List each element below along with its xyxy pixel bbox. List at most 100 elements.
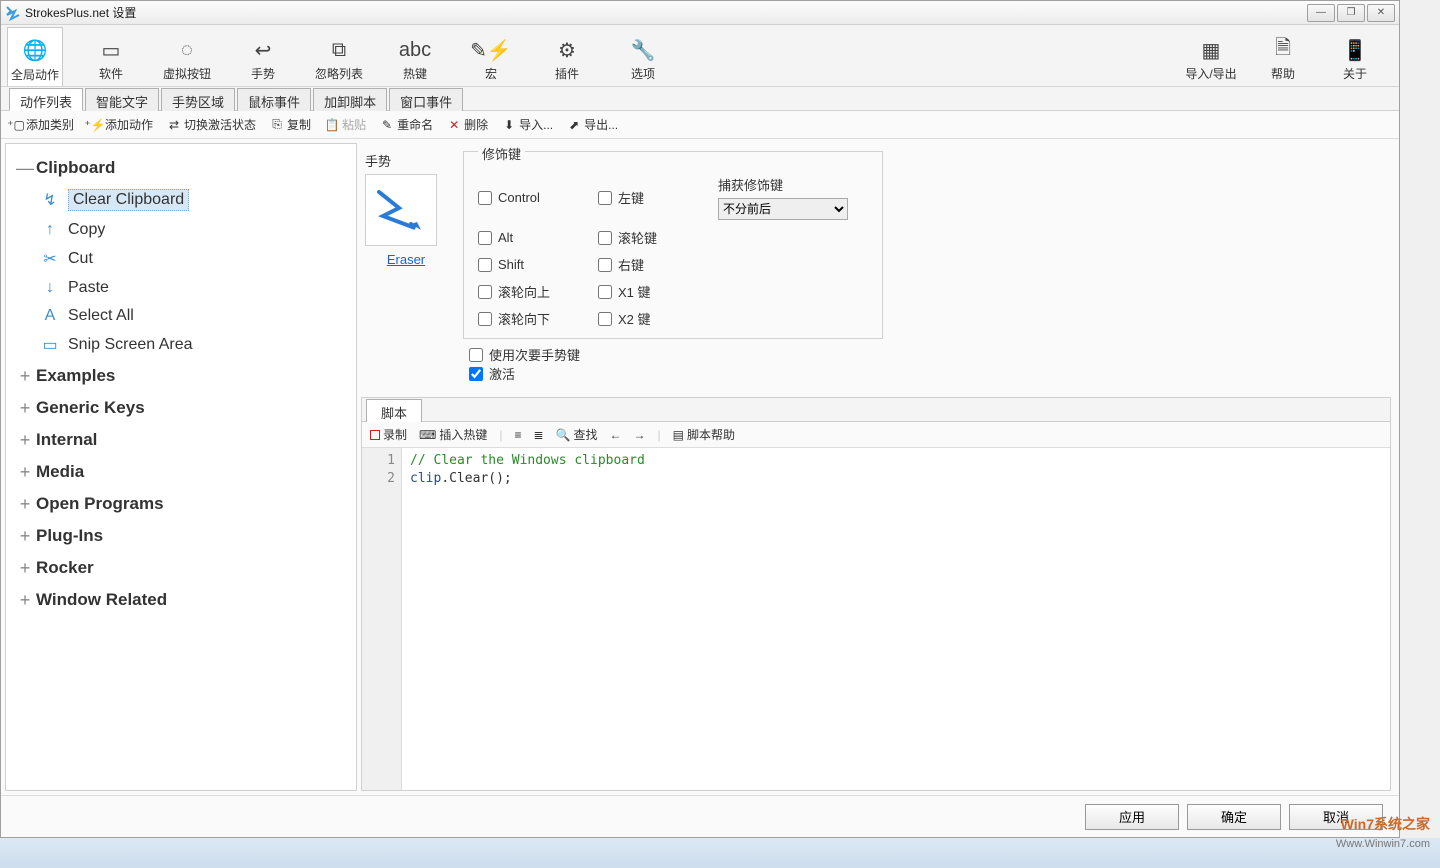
toolbar-options[interactable]: 🔧选项 <box>615 27 671 86</box>
toolbar-label: 关于 <box>1343 65 1367 82</box>
toolbar-ignore[interactable]: ⧉忽略列表 <box>311 27 367 86</box>
chk-control[interactable]: Control <box>478 175 588 220</box>
nav-back-button[interactable]: ← <box>610 428 622 442</box>
script-editor[interactable]: 12 // Clear the Windows clipboardclip.Cl… <box>362 448 1390 790</box>
tree-action-copy[interactable]: ↑Copy <box>10 216 352 244</box>
tree-category-rocker[interactable]: +Rocker <box>10 552 352 584</box>
ok-button[interactable]: 确定 <box>1187 804 1281 830</box>
tab-加卸脚本[interactable]: 加卸脚本 <box>313 88 387 111</box>
expand-icon[interactable]: + <box>14 493 36 515</box>
expand-icon[interactable]: + <box>14 365 36 387</box>
tree-category-examples[interactable]: +Examples <box>10 360 352 392</box>
code-area[interactable]: // Clear the Windows clipboardclip.Clear… <box>402 448 1390 790</box>
apply-button[interactable]: 应用 <box>1085 804 1179 830</box>
tab-鼠标事件[interactable]: 鼠标事件 <box>237 88 311 111</box>
expand-icon[interactable]: + <box>14 429 36 451</box>
chk-alt[interactable]: Alt <box>478 228 588 247</box>
keyboard-icon: ⌨ <box>419 428 436 442</box>
tree-category-internal[interactable]: +Internal <box>10 424 352 456</box>
chk-activate[interactable]: 激活 <box>469 364 1381 383</box>
close-button[interactable]: ✕ <box>1367 4 1395 22</box>
toolbar-importexport[interactable]: ▦导入/导出 <box>1183 27 1239 86</box>
toggle-active-button[interactable]: ⇄切换激活状态 <box>167 116 256 133</box>
toolbar-about[interactable]: 📱关于 <box>1327 27 1383 86</box>
script-tab[interactable]: 脚本 <box>366 399 422 422</box>
expand-icon[interactable]: + <box>14 589 36 611</box>
tree-action-snip-screen-area[interactable]: ▭Snip Screen Area <box>10 330 352 360</box>
toolbar-apps[interactable]: ▭ 软件 <box>83 27 139 86</box>
chk-secondary[interactable]: 使用次要手势键 <box>469 345 1381 364</box>
import-button[interactable]: ⬇导入... <box>502 116 553 133</box>
tree-category-generic-keys[interactable]: +Generic Keys <box>10 392 352 424</box>
tab-智能文字[interactable]: 智能文字 <box>85 88 159 111</box>
action-icon: ↯ <box>38 190 62 210</box>
chk-shift[interactable]: Shift <box>478 255 588 274</box>
ignore-icon: ⧉ <box>326 37 352 63</box>
gesture-name-link[interactable]: Eraser <box>365 252 447 267</box>
taskbar <box>0 838 1440 868</box>
tree-category-Clipboard[interactable]: —Clipboard <box>10 152 352 184</box>
toolbar-hotkeys[interactable]: abc热键 <box>387 27 443 86</box>
toolbar-label: 导入/导出 <box>1185 65 1236 82</box>
expand-icon[interactable]: + <box>14 525 36 547</box>
tree-category-plug-ins[interactable]: +Plug-Ins <box>10 520 352 552</box>
export-button[interactable]: ⬈导出... <box>567 116 618 133</box>
tree-panel[interactable]: —Clipboard↯Clear Clipboard↑Copy✂Cut↓Past… <box>5 143 357 791</box>
toolbar-floaters[interactable]: ◌虚拟按钮 <box>159 27 215 86</box>
copy-button[interactable]: ⎘复制 <box>270 116 311 133</box>
toolbar-plugins[interactable]: ⚙插件 <box>539 27 595 86</box>
right-panel: 手势 Eraser 修饰键 Control 左键 捕获修饰键 <box>361 139 1399 795</box>
expand-icon[interactable]: + <box>14 461 36 483</box>
add-category-button[interactable]: ⁺▢添加类别 <box>9 116 74 133</box>
toolbar-help[interactable]: 🗎帮助 <box>1255 27 1311 86</box>
maximize-button[interactable]: ❐ <box>1337 4 1365 22</box>
tab-动作列表[interactable]: 动作列表 <box>9 88 83 111</box>
delete-icon: ✕ <box>447 118 461 132</box>
cancel-button[interactable]: 取消 <box>1289 804 1383 830</box>
paste-button[interactable]: 📋粘贴 <box>325 116 366 133</box>
gesture-preview[interactable] <box>365 174 437 246</box>
minimize-button[interactable]: — <box>1307 4 1335 22</box>
apps-icon: ▭ <box>98 37 124 63</box>
capture-modifier-label: 捕获修饰键 <box>718 175 858 194</box>
tree-category-media[interactable]: +Media <box>10 456 352 488</box>
tree-action-clear-clipboard[interactable]: ↯Clear Clipboard <box>10 184 352 216</box>
chk-right[interactable]: 右键 <box>598 255 708 274</box>
copy-icon: ⎘ <box>270 118 284 132</box>
tree-action-paste[interactable]: ↓Paste <box>10 274 352 302</box>
record-button[interactable]: 录制 <box>370 426 407 443</box>
indent-button[interactable]: ≡ <box>514 428 521 442</box>
expand-icon[interactable]: + <box>14 557 36 579</box>
chk-x1[interactable]: X1 键 <box>598 282 708 301</box>
global-icon: 🌐 <box>22 38 48 64</box>
chk-wheelup[interactable]: 滚轮向上 <box>478 282 588 301</box>
chk-x2[interactable]: X2 键 <box>598 309 708 328</box>
find-button[interactable]: 🔍 查找 <box>556 426 598 443</box>
tree-category-open-programs[interactable]: +Open Programs <box>10 488 352 520</box>
expand-icon[interactable]: + <box>14 397 36 419</box>
toolbar-gestures[interactable]: ↩手势 <box>235 27 291 86</box>
insert-hotkey-button[interactable]: ⌨ 插入热键 <box>419 426 487 443</box>
tab-手势区域[interactable]: 手势区域 <box>161 88 235 111</box>
script-help-button[interactable]: ▤ 脚本帮助 <box>673 426 735 443</box>
tabbar: 动作列表智能文字手势区域鼠标事件加卸脚本窗口事件 <box>1 87 1399 111</box>
nav-fwd-button[interactable]: → <box>634 428 646 442</box>
toolbar-label: 软件 <box>99 65 123 82</box>
tab-窗口事件[interactable]: 窗口事件 <box>389 88 463 111</box>
tree-action-cut[interactable]: ✂Cut <box>10 244 352 274</box>
toolbar-label: 虚拟按钮 <box>163 65 211 82</box>
tree-action-select-all[interactable]: ASelect All <box>10 302 352 330</box>
outdent-button[interactable]: ≣ <box>534 428 544 442</box>
chk-left[interactable]: 左键 <box>598 175 708 220</box>
tree-category-window-related[interactable]: +Window Related <box>10 584 352 616</box>
chk-wheeldown[interactable]: 滚轮向下 <box>478 309 588 328</box>
chk-wheel[interactable]: 滚轮键 <box>598 228 708 247</box>
collapse-icon[interactable]: — <box>14 157 36 179</box>
capture-modifier-select[interactable]: 不分前后 <box>718 198 848 220</box>
toolbar-global[interactable]: 🌐全局动作 <box>7 27 63 86</box>
add-action-button[interactable]: ⁺⚡添加动作 <box>88 116 153 133</box>
export-icon: ⬈ <box>567 118 581 132</box>
toolbar-macros[interactable]: ✎⚡宏 <box>463 27 519 86</box>
rename-button[interactable]: ✎重命名 <box>380 116 433 133</box>
delete-button[interactable]: ✕删除 <box>447 116 488 133</box>
